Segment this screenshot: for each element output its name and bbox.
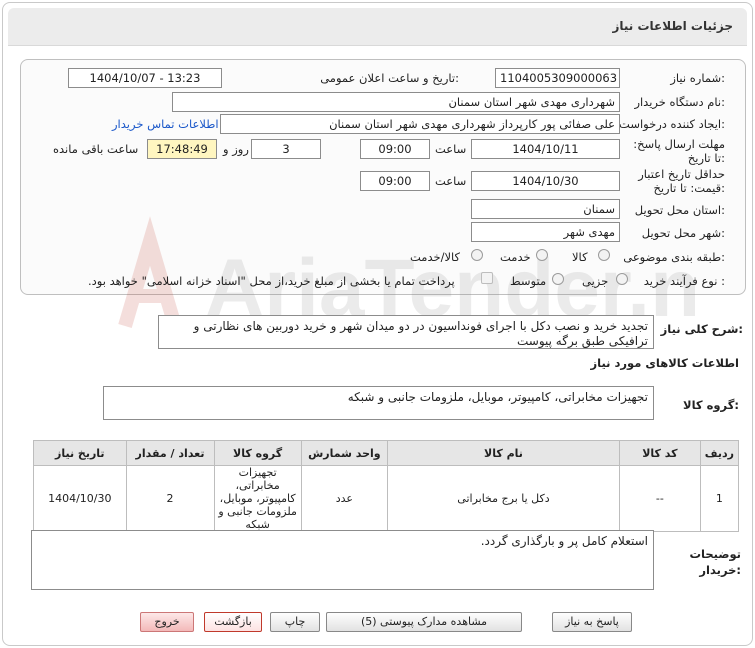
goods-table: ردیف کد کالا نام کالا واحد شمارش گروه کا… [33,440,740,532]
remaining-time-field: 17:48:49 [147,139,217,159]
table-row[interactable]: 1 -- دکل یا برج مخابراتی عدد تجهیزات مخا… [33,465,740,532]
province-label: استان محل تحویل: [634,203,725,217]
validity-time-label: ساعت [435,174,467,188]
col-name: نام کالا [386,440,620,466]
days-and-label: روز و [223,142,249,156]
validity-date-field[interactable]: 1404/10/30 [471,171,620,191]
cell-date: 1404/10/30 [33,465,127,532]
treasury-payment-checkbox[interactable] [481,272,493,284]
print-button[interactable]: چاپ [270,612,320,632]
category-service-label: خدمت [500,250,531,264]
page-title: جزئیات اطلاعات نیاز [612,19,733,33]
validity-time-field[interactable]: 09:00 [360,171,430,191]
cell-group: تجهیزات مخابراتی، کامپیوتر، موبایل، ملزو… [213,465,302,532]
cell-name: دکل یا برج مخابراتی [386,465,620,532]
province-field[interactable]: سمنان [471,199,620,219]
buyer-notes-label: توضیحات خریدار: [689,547,742,577]
cell-row: 1 [699,465,740,532]
category-label: طبقه بندی موضوعی: [623,250,725,264]
buyer-org-label: نام دستگاه خریدار: [634,95,725,109]
process-minor-label: جزیی [582,274,609,288]
remaining-days-field[interactable]: 3 [251,139,321,159]
view-attachments-button[interactable]: مشاهده مدارک پیوستی (5) [326,612,522,632]
cell-qty: 2 [125,465,215,532]
back-button[interactable]: بازگشت [204,612,262,632]
cell-unit: عدد [300,465,388,532]
reply-button[interactable]: پاسخ به نیاز [552,612,632,632]
process-medium-label: متوسط [510,274,547,288]
category-goods-radio[interactable] [598,249,610,261]
goods-group-label: گروه کالا: [683,398,739,412]
goods-info-title: اطلاعات کالاهای مورد نیاز [590,356,739,370]
reply-date-field[interactable]: 1404/10/11 [471,139,620,159]
col-group: گروه کالا [213,440,302,466]
reply-time-label: ساعت [435,142,467,156]
reply-deadline-label: مهلت ارسال پاسخ: تا تاریخ: [633,137,725,165]
category-both-radio[interactable] [471,249,483,261]
announce-date-field[interactable]: 1404/10/07 - 13:23 [68,68,222,88]
goods-table-header: ردیف کد کالا نام کالا واحد شمارش گروه کا… [33,440,740,466]
need-number-field[interactable]: 1104005309000063 [495,68,620,88]
buyer-contact-link[interactable]: اطلاعات تماس خریدار [112,117,219,131]
process-minor-radio[interactable] [616,273,628,285]
need-summary-label: شرح کلی نیاز: [660,322,743,336]
col-qty: تعداد / مقدار [125,440,215,466]
col-code: کد کالا [618,440,701,466]
category-goods-label: کالا [572,250,588,264]
creator-field[interactable]: علی صفائی پور کارپرداز شهرداری مهدی شهر … [220,114,620,134]
exit-button[interactable]: خروج [140,612,194,632]
reply-time-field[interactable]: 09:00 [360,139,430,159]
need-summary-field[interactable]: تجدید خرید و نصب دکل با اجرای فونداسیون … [158,315,654,349]
buyer-org-field[interactable]: شهرداری مهدی شهر استان سمنان [172,92,620,112]
buyer-notes-field[interactable]: استعلام کامل پر و بارگذاری گردد. [31,530,654,590]
col-date: تاریخ نیاز [33,440,127,466]
price-validity-label: حداقل تاریخ اعتبار قیمت: تا تاریخ: [638,167,725,195]
creator-label: ایجاد کننده درخواست: [619,117,725,131]
process-type-label: نوع فرآیند خرید : [643,274,725,288]
city-field[interactable]: مهدی شهر [471,222,620,242]
city-label: شهر محل تحویل: [641,226,725,240]
cell-code: -- [618,465,701,532]
goods-group-field[interactable]: تجهیزات مخابراتی، کامپیوتر، موبایل، ملزو… [103,386,654,420]
category-both-label: کالا/خدمت [410,250,461,264]
category-service-radio[interactable] [536,249,548,261]
remaining-time-label: ساعت باقی مانده [53,142,139,156]
col-row: ردیف [699,440,740,466]
announce-date-label: تاریخ و ساعت اعلان عمومی: [320,71,459,85]
treasury-payment-note: پرداخت تمام یا بخشی از مبلغ خرید،از محل … [88,274,455,288]
need-number-label: شماره نیاز: [670,71,725,85]
col-unit: واحد شمارش [300,440,388,466]
process-medium-radio[interactable] [552,273,564,285]
